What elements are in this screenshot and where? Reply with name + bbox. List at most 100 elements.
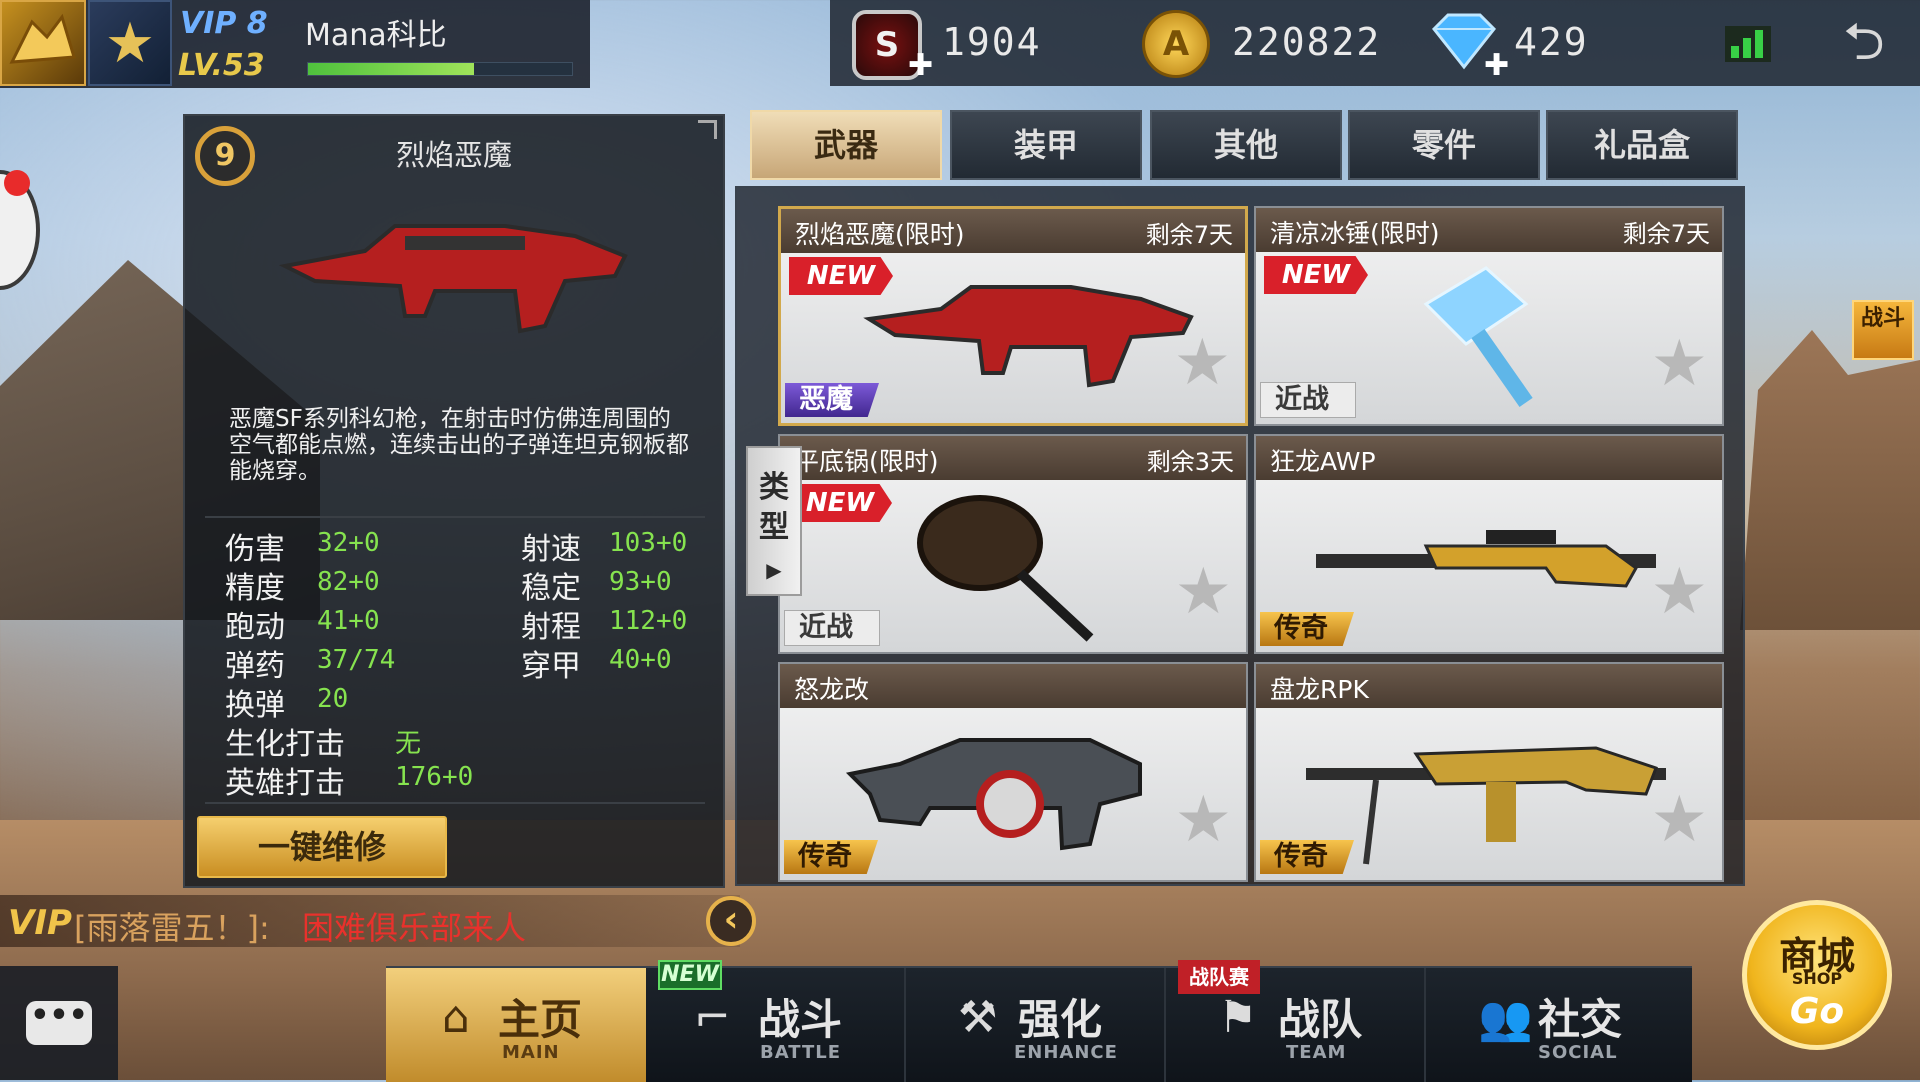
stat-label: 射速 bbox=[521, 532, 581, 567]
favorite-star-icon[interactable]: ★ bbox=[1651, 560, 1708, 624]
item-tag: 传奇 bbox=[1260, 612, 1354, 646]
gold-coin-icon: A bbox=[1142, 10, 1210, 78]
stat-value: 40+0 bbox=[609, 645, 672, 675]
gold-value: 220822 bbox=[1232, 20, 1382, 64]
favorite-star-icon[interactable]: ★ bbox=[1651, 332, 1708, 396]
item-name: 狂龙AWP bbox=[1270, 447, 1376, 476]
nav-label: 战斗 bbox=[758, 995, 843, 1044]
side-battle-button[interactable]: 战斗 bbox=[1852, 300, 1914, 360]
tab-parts[interactable]: 零件 bbox=[1348, 110, 1540, 180]
tab-armor[interactable]: 装甲 bbox=[950, 110, 1142, 180]
expand-corner-icon[interactable] bbox=[698, 120, 717, 139]
player-profile-bar[interactable]: ★ VIP 8 LV.53 Mana科比 bbox=[0, 0, 590, 88]
avatar[interactable]: ★ bbox=[88, 0, 172, 86]
type-filter-tab[interactable]: 类型 ▶ bbox=[746, 446, 802, 596]
vip-level: VIP 8 bbox=[180, 6, 268, 41]
stat-label: 射程 bbox=[521, 610, 581, 645]
team-event-badge: 战队赛 bbox=[1178, 960, 1260, 994]
item-card-coiled-dragon-rpk[interactable]: 盘龙RPK ★ 传奇 bbox=[1254, 662, 1724, 882]
nav-sublabel: SOCIAL bbox=[1538, 1042, 1618, 1063]
xp-bar-fill bbox=[308, 63, 475, 75]
shop-button[interactable]: 商城 SHOP Go bbox=[1742, 900, 1892, 1050]
nav-sublabel: BATTLE bbox=[760, 1042, 841, 1063]
stat-label: 英雄打击 bbox=[225, 766, 345, 801]
new-badge: NEW bbox=[1264, 256, 1368, 294]
weapon-title: 烈焰恶魔 bbox=[395, 138, 512, 172]
item-card-frying-pan[interactable]: 平底锅(限时) 剩余3天 NEW ★ 近战 bbox=[778, 434, 1248, 654]
type-filter-label: 类型 bbox=[759, 470, 789, 545]
pistol-icon: ⌐ bbox=[694, 992, 731, 1043]
nav-main[interactable]: ⌂ 主页 MAIN bbox=[386, 968, 646, 1082]
stat-label: 弹药 bbox=[225, 649, 285, 684]
stat-value: 112+0 bbox=[609, 606, 688, 636]
home-icon: ⌂ bbox=[442, 992, 470, 1043]
favorite-star-icon[interactable]: ★ bbox=[1651, 788, 1708, 852]
tab-weapons[interactable]: 武器 bbox=[750, 110, 942, 180]
nav-label: 战队 bbox=[1278, 995, 1363, 1044]
weapon-description: 恶魔SF系列科幻枪，在射击时仿佛连周围的空气都能点燃，连续击出的子弹连坦克钢板都… bbox=[229, 406, 689, 484]
repair-all-button[interactable]: 一键维修 bbox=[197, 816, 447, 878]
item-tag: 恶魔 bbox=[785, 383, 879, 417]
add-points-icon[interactable]: ✚ bbox=[908, 48, 933, 83]
favorite-star-icon[interactable]: ★ bbox=[1175, 788, 1232, 852]
nav-label: 社交 bbox=[1538, 995, 1623, 1044]
item-tag: 近战 bbox=[1260, 382, 1356, 418]
item-card-header: 狂龙AWP bbox=[1256, 436, 1722, 480]
nav-sublabel: TEAM bbox=[1286, 1042, 1347, 1063]
item-card-header: 盘龙RPK bbox=[1256, 664, 1722, 708]
stat-label: 换弹 bbox=[225, 688, 285, 723]
stat-value: 176+0 bbox=[395, 762, 474, 792]
signal-strength-icon bbox=[1725, 26, 1771, 62]
back-arrow-icon[interactable]: ⮌ bbox=[1832, 12, 1896, 72]
item-card-furious-dragon[interactable]: 怒龙改 ★ 传奇 bbox=[778, 662, 1248, 882]
item-name: 烈焰恶魔(限时) bbox=[795, 220, 965, 249]
chevron-right-icon: ▶ bbox=[766, 558, 782, 582]
tab-gift-box[interactable]: 礼品盒 bbox=[1546, 110, 1738, 180]
battle-new-badge: NEW bbox=[658, 960, 722, 990]
stat-label: 精度 bbox=[225, 571, 285, 606]
item-name: 平底锅(限时) bbox=[794, 447, 939, 476]
stat-label: 生化打击 bbox=[225, 727, 345, 762]
item-card-flame-demon[interactable]: 烈焰恶魔(限时) 剩余7天 NEW ★ 恶魔 bbox=[778, 206, 1248, 426]
shop-go-label: Go bbox=[1789, 991, 1845, 1032]
add-diamonds-icon[interactable]: ✚ bbox=[1484, 48, 1509, 83]
nav-label: 强化 bbox=[1018, 995, 1103, 1044]
nav-label: 主页 bbox=[498, 995, 583, 1044]
messages-button[interactable]: ••• bbox=[0, 966, 118, 1080]
item-name: 盘龙RPK bbox=[1270, 675, 1369, 704]
stat-label: 跑动 bbox=[225, 610, 285, 645]
item-remaining: 剩余7天 bbox=[1145, 221, 1233, 249]
chat-ticker[interactable]: VIP [雨落雷五！]: 困难俱乐部来人 bbox=[0, 895, 740, 947]
flame-demon-rifle-icon bbox=[863, 285, 1194, 388]
stat-value: 20 bbox=[317, 684, 349, 714]
xp-bar bbox=[307, 62, 573, 76]
item-card-ice-hammer[interactable]: 清凉冰锤(限时) 剩余7天 NEW ★ 近战 bbox=[1254, 206, 1724, 426]
favorite-star-icon[interactable]: ★ bbox=[1175, 560, 1232, 624]
item-remaining: 剩余7天 bbox=[1622, 220, 1710, 248]
team-flag-icon: ⚑ bbox=[1218, 992, 1258, 1043]
stat-value: 32+0 bbox=[317, 528, 380, 558]
hammer-icon: ⚒ bbox=[958, 992, 998, 1043]
item-card-dragon-awp[interactable]: 狂龙AWP ★ 传奇 bbox=[1254, 434, 1724, 654]
item-card-header: 平底锅(限时) 剩余3天 bbox=[780, 436, 1246, 480]
stat-label: 伤害 bbox=[225, 532, 285, 567]
stat-value: 37/74 bbox=[317, 645, 396, 675]
furious-dragon-launcher-icon bbox=[845, 738, 1142, 851]
item-name: 怒龙改 bbox=[794, 675, 870, 704]
favorite-star-icon[interactable]: ★ bbox=[1174, 331, 1231, 395]
nav-enhance[interactable]: ⚒ 强化 ENHANCE bbox=[906, 968, 1166, 1082]
stat-value: 93+0 bbox=[609, 567, 672, 597]
nav-social[interactable]: 👥 社交 SOCIAL bbox=[1426, 968, 1686, 1082]
divider bbox=[205, 516, 705, 518]
shop-subtitle: SHOP bbox=[1791, 969, 1843, 988]
notification-dot bbox=[4, 170, 30, 196]
chat-collapse-icon[interactable]: ‹ bbox=[706, 896, 756, 946]
coiled-dragon-rpk-icon bbox=[1306, 746, 1666, 865]
bottom-nav: ⌂ 主页 MAIN ⌐ 战斗 BATTLE ⚒ 强化 ENHANCE ⚑ 战队 … bbox=[386, 966, 1692, 1082]
item-remaining: 剩余3天 bbox=[1146, 448, 1234, 476]
social-people-icon: 👥 bbox=[1478, 993, 1533, 1044]
item-tag: 传奇 bbox=[1260, 840, 1354, 874]
ice-hammer-icon bbox=[1423, 266, 1533, 407]
frying-pan-icon bbox=[917, 495, 1094, 642]
tab-other[interactable]: 其他 bbox=[1150, 110, 1342, 180]
